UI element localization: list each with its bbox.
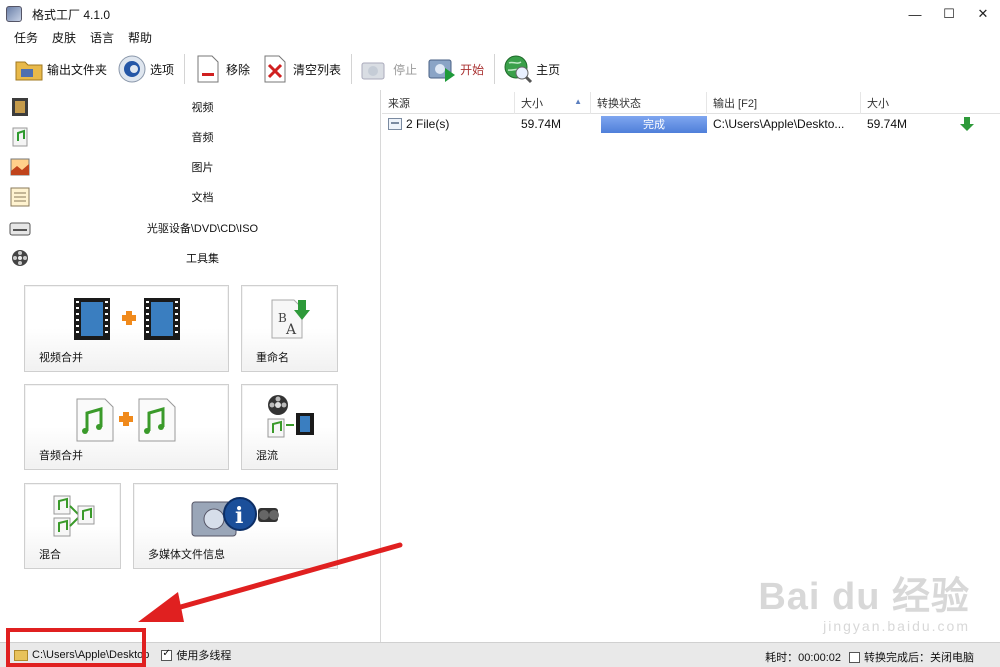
- video-icon: [9, 96, 31, 118]
- video-merge-tile[interactable]: 视频合并: [24, 285, 229, 372]
- menu-help[interactable]: 帮助: [128, 29, 152, 46]
- column-size[interactable]: 大小 ▲: [515, 92, 591, 114]
- close-button[interactable]: ✕: [966, 0, 1000, 28]
- remove-button[interactable]: 移除: [193, 51, 250, 87]
- stop-button[interactable]: 停止: [360, 51, 417, 87]
- maximize-button[interactable]: ☐: [932, 0, 966, 28]
- app-logo-icon: [6, 6, 22, 22]
- document-icon: [9, 186, 31, 208]
- video-merge-art-icon: [25, 296, 228, 342]
- stop-icon: [360, 54, 390, 84]
- audio-merge-art-icon: [25, 395, 228, 443]
- mix-tile[interactable]: 混合: [24, 483, 121, 569]
- folder-icon: [14, 54, 44, 84]
- options-gear-icon: [117, 54, 147, 84]
- baidu-jingyan-watermark: Bai du 经验 jingyan.baidu.com: [758, 576, 970, 634]
- output-folder-button[interactable]: 输出文件夹: [14, 51, 107, 87]
- window-title: 格式工厂 4.1.0: [32, 7, 111, 22]
- mux-art-icon: [242, 393, 337, 441]
- start-icon: [427, 54, 457, 84]
- toolbox-icon: [9, 247, 31, 269]
- home-globe-icon: [503, 54, 533, 84]
- remove-doc-icon: [193, 54, 223, 84]
- download-arrow-icon[interactable]: [956, 114, 986, 134]
- rename-tile[interactable]: BA 重命名: [241, 285, 338, 372]
- size-cell: 59.74M: [521, 117, 562, 131]
- menu-language[interactable]: 语言: [90, 29, 114, 46]
- category-panel: 视频 音频 图片 文档 光驱设备\DVD\CD\ISO 工具集 视频合并 B A…: [0, 90, 381, 642]
- multithread-checkbox[interactable]: [161, 648, 173, 661]
- home-button[interactable]: 主页: [503, 51, 560, 87]
- annotation-highlight-box: [6, 628, 146, 667]
- file-group-icon: [388, 118, 402, 130]
- after-done-checkbox[interactable]: [849, 651, 860, 663]
- output-size-cell: 59.74M: [867, 117, 908, 131]
- category-audio[interactable]: 音频: [0, 122, 381, 152]
- toolbar-separator: [494, 54, 496, 84]
- options-button[interactable]: 选项: [117, 51, 174, 87]
- toolbar-separator: [351, 54, 353, 84]
- sort-ascending-icon: ▲: [574, 97, 582, 106]
- source-cell: 2 File(s): [382, 114, 515, 134]
- title-bar: 格式工厂 4.1.0 — ☐ ✕: [0, 0, 1000, 28]
- rename-art-icon: BA: [242, 296, 337, 342]
- status-badge: 完成: [601, 115, 707, 133]
- picture-icon: [9, 156, 31, 178]
- start-button[interactable]: 开始: [427, 51, 484, 87]
- column-source[interactable]: 来源: [382, 92, 515, 114]
- column-output[interactable]: 输出 [F2]: [707, 92, 861, 114]
- window-controls: — ☐ ✕: [898, 0, 1000, 28]
- audio-icon: [9, 126, 31, 148]
- toolbar-separator: [184, 54, 186, 84]
- after-done-label: 转换完成后：关闭电脑: [864, 652, 974, 664]
- task-list-header: 来源 大小 ▲ 转换状态 输出 [F2] 大小: [382, 92, 1000, 114]
- category-video[interactable]: 视频: [0, 92, 381, 122]
- minimize-button[interactable]: —: [898, 0, 932, 28]
- category-optical-drive[interactable]: 光驱设备\DVD\CD\ISO: [0, 213, 381, 243]
- svg-text:A: A: [285, 322, 297, 338]
- category-picture[interactable]: 图片: [0, 152, 381, 182]
- table-row[interactable]: 2 File(s) 59.74M 完成 C:\Users\Apple\Deskt…: [382, 114, 1000, 134]
- mux-tile[interactable]: 混流: [241, 384, 338, 470]
- toolbar: 输出文件夹 选项 移除 清空列表 停止 开始 主页: [0, 48, 1000, 90]
- category-document[interactable]: 文档: [0, 182, 381, 212]
- elapsed-time: 耗时：00:00:02: [765, 652, 841, 664]
- output-cell: C:\Users\Apple\Deskto...: [713, 117, 845, 131]
- task-list: 来源 大小 ▲ 转换状态 输出 [F2] 大小 2 File(s) 59.74M…: [382, 90, 1000, 642]
- audio-merge-tile[interactable]: 音频合并: [24, 384, 229, 470]
- svg-text:i: i: [235, 503, 243, 529]
- status-bar-right: 耗时：00:00:02 转换完成后：关闭电脑: [765, 649, 974, 665]
- multithread-label: 使用多线程: [176, 650, 232, 662]
- optical-drive-icon: [9, 217, 31, 239]
- media-info-art-icon: i: [134, 492, 337, 542]
- column-output-size[interactable]: 大小: [861, 92, 1000, 114]
- media-info-tile[interactable]: i 多媒体文件信息: [133, 483, 338, 569]
- status-bar: C:\Users\Apple\Desktop 使用多线程 耗时：00:00:02…: [0, 642, 1000, 667]
- clear-list-button[interactable]: 清空列表: [260, 51, 341, 87]
- menu-skin[interactable]: 皮肤: [52, 29, 76, 46]
- column-status[interactable]: 转换状态: [591, 92, 707, 114]
- menu-bar: 任务 皮肤 语言 帮助: [0, 28, 166, 46]
- category-toolbox[interactable]: 工具集: [0, 243, 381, 273]
- status-cell: 完成: [591, 114, 707, 134]
- clear-list-icon: [260, 54, 290, 84]
- mix-art-icon: [25, 492, 120, 540]
- menu-task[interactable]: 任务: [14, 29, 38, 46]
